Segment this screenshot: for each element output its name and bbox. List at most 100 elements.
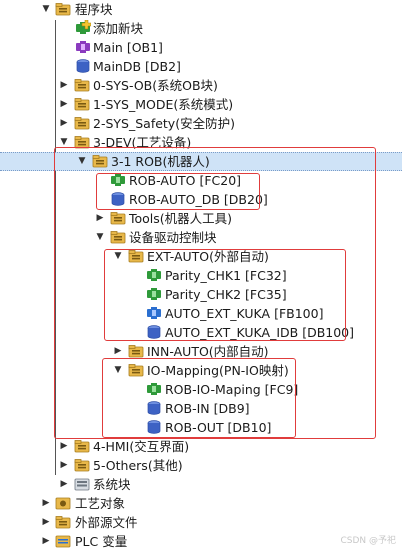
tree-node-parity2[interactable]: Parity_CHK2 [FC35] [0, 285, 402, 304]
tree-label: IO-Mapping(PN-IO映射) [147, 363, 289, 378]
tree-node-sys-mode[interactable]: ▶ 1-SYS_MODE(系统模式) [0, 95, 402, 114]
tree-node-sys-ob[interactable]: ▶ 0-SYS-OB(系统OB块) [0, 76, 402, 95]
chevron-right-icon[interactable]: ▶ [95, 213, 105, 223]
tree-node-parity1[interactable]: Parity_CHK1 [FC32] [0, 266, 402, 285]
tree-label: Main [OB1] [93, 40, 163, 55]
chevron-right-icon[interactable]: ▶ [59, 99, 69, 109]
tree-node-rob-out[interactable]: ROB-OUT [DB10] [0, 418, 402, 437]
tree-label: MainDB [DB2] [93, 59, 181, 74]
tree-node-rob-auto-db[interactable]: ROB-AUTO_DB [DB20] [0, 190, 402, 209]
tree-node-auto-ext-kuka[interactable]: AUTO_EXT_KUKA [FB100] [0, 304, 402, 323]
tree-label: Tools(机器人工具) [129, 211, 233, 226]
tree-node-others[interactable]: ▶ 5-Others(其他) [0, 456, 402, 475]
tree-node-tech-objects[interactable]: ▶ 工艺对象 [0, 494, 402, 513]
db-block-icon [111, 192, 125, 206]
tree-node-main[interactable]: Main [OB1] [0, 38, 402, 57]
tree-node-add-block[interactable]: 添加新块 [0, 19, 402, 38]
fc-block-icon [147, 288, 161, 300]
tree-node-rob[interactable]: ▼ 3-1 ROB(机器人) [0, 152, 402, 171]
tree-label: AUTO_EXT_KUKA_IDB [DB100] [165, 325, 355, 340]
tree-label: ROB-OUT [DB10] [165, 420, 272, 435]
tree-label: 5-Others(其他) [93, 458, 183, 473]
tree-node-rob-io-maping[interactable]: ROB-IO-Maping [FC9] [0, 380, 402, 399]
tree-label: 设备驱动控制块 [129, 230, 217, 245]
tree-label: PLC 变量 [75, 534, 128, 549]
tree-node-ext-sources[interactable]: ▶ 外部源文件 [0, 513, 402, 532]
tree-node-dev[interactable]: ▼ 3-DEV(工艺设备) [0, 133, 402, 152]
folder-icon [74, 440, 90, 453]
tree-node-inn-auto[interactable]: ▶ INN-AUTO(内部自动) [0, 342, 402, 361]
chevron-right-icon[interactable]: ▶ [41, 517, 51, 527]
tree-label: ROB-IO-Maping [FC9] [165, 382, 299, 397]
tree-node-drive-blocks[interactable]: ▼ 设备驱动控制块 [0, 228, 402, 247]
chevron-right-icon[interactable]: ▶ [59, 441, 69, 451]
tree-label: 3-DEV(工艺设备) [93, 135, 192, 150]
plc-tag-icon [55, 535, 71, 548]
tree-node-rob-auto[interactable]: ROB-AUTO [FC20] [0, 171, 402, 190]
tree-label: Parity_CHK2 [FC35] [165, 287, 287, 302]
tree-node-system-blocks[interactable]: ▶ 系统块 [0, 475, 402, 494]
tree-label: 0-SYS-OB(系统OB块) [93, 78, 218, 93]
folder-icon [55, 516, 71, 529]
tree-node-main-db[interactable]: MainDB [DB2] [0, 57, 402, 76]
folder-icon [74, 136, 90, 149]
add-block-icon [75, 20, 91, 35]
folder-icon [128, 364, 144, 377]
tree-label: INN-AUTO(内部自动) [147, 344, 269, 359]
chevron-down-icon[interactable]: ▼ [113, 365, 123, 375]
chevron-right-icon[interactable]: ▶ [41, 536, 51, 546]
db-block-icon [147, 401, 161, 415]
ob-block-icon [76, 41, 90, 53]
technology-object-icon [55, 497, 71, 510]
db-block-icon [147, 420, 161, 434]
tree-node-program-blocks[interactable]: ▼ 程序块 [0, 0, 402, 19]
tree-node-ext-auto[interactable]: ▼ EXT-AUTO(外部自动) [0, 247, 402, 266]
chevron-right-icon[interactable]: ▶ [59, 80, 69, 90]
tree-node-auto-ext-kuka-idb[interactable]: AUTO_EXT_KUKA_IDB [DB100] [0, 323, 402, 342]
tree-label: ROB-AUTO [FC20] [129, 173, 242, 188]
tree-label: Parity_CHK1 [FC32] [165, 268, 287, 283]
folder-icon [110, 212, 126, 225]
chevron-right-icon[interactable]: ▶ [41, 498, 51, 508]
folder-icon [74, 117, 90, 130]
chevron-right-icon[interactable]: ▶ [59, 118, 69, 128]
tree-label: 系统块 [93, 477, 131, 492]
tree-node-sys-safety[interactable]: ▶ 2-SYS_Safety(安全防护) [0, 114, 402, 133]
tree-label: 外部源文件 [75, 515, 138, 530]
chevron-down-icon[interactable]: ▼ [41, 4, 51, 14]
chevron-down-icon[interactable]: ▼ [95, 232, 105, 242]
tree-label: EXT-AUTO(外部自动) [147, 249, 269, 264]
tree-label: 1-SYS_MODE(系统模式) [93, 97, 234, 112]
db-block-icon [76, 59, 90, 73]
folder-icon [74, 459, 90, 472]
folder-icon [128, 250, 144, 263]
tree-label: 4-HMI(交互界面) [93, 439, 190, 454]
fb-block-icon [147, 307, 161, 319]
tree-node-rob-in[interactable]: ROB-IN [DB9] [0, 399, 402, 418]
tree-label: 工艺对象 [75, 496, 126, 511]
folder-icon [128, 345, 144, 358]
folder-icon [74, 98, 90, 111]
folder-icon [92, 155, 108, 168]
fc-block-icon [111, 174, 125, 186]
chevron-down-icon[interactable]: ▼ [113, 251, 123, 261]
chevron-right-icon[interactable]: ▶ [113, 346, 123, 356]
tree-label: 添加新块 [93, 21, 144, 36]
chevron-down-icon[interactable]: ▼ [59, 137, 69, 147]
tree-label: AUTO_EXT_KUKA [FB100] [165, 306, 324, 321]
watermark: CSDN @予祀 [340, 536, 396, 546]
tree-node-io-mapping[interactable]: ▼ IO-Mapping(PN-IO映射) [0, 361, 402, 380]
fc-block-icon [147, 269, 161, 281]
chevron-right-icon[interactable]: ▶ [59, 479, 69, 489]
tree-label: 3-1 ROB(机器人) [111, 154, 210, 169]
tree-node-tools[interactable]: ▶ Tools(机器人工具) [0, 209, 402, 228]
tree-label: ROB-AUTO_DB [DB20] [129, 192, 268, 207]
chevron-right-icon[interactable]: ▶ [59, 460, 69, 470]
chevron-down-icon[interactable]: ▼ [77, 156, 87, 166]
tree-label: ROB-IN [DB9] [165, 401, 250, 416]
folder-icon [110, 231, 126, 244]
fc-block-icon [147, 383, 161, 395]
folder-icon [74, 79, 90, 92]
db-block-icon [147, 325, 161, 339]
tree-node-hmi[interactable]: ▶ 4-HMI(交互界面) [0, 437, 402, 456]
